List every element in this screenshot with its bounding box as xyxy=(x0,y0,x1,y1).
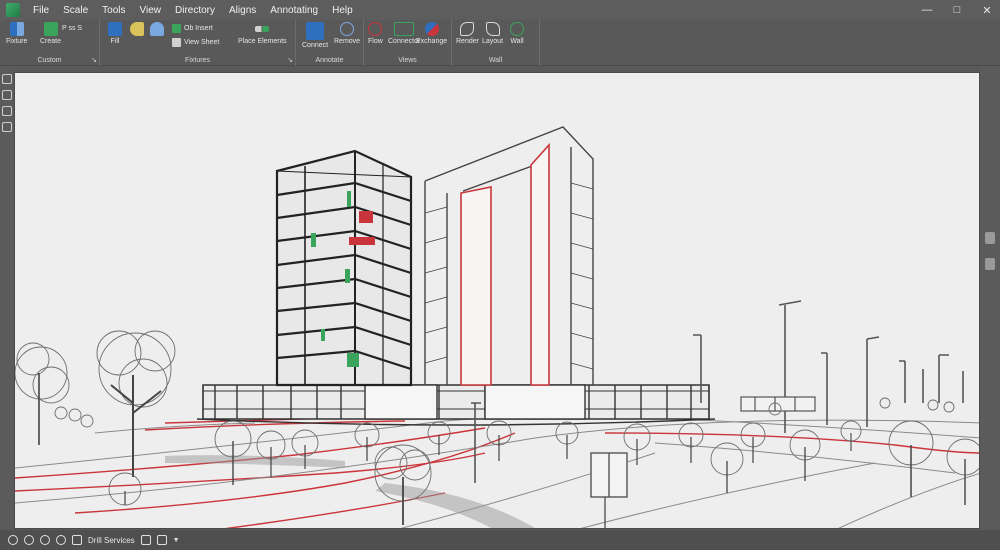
menu-view[interactable]: View xyxy=(133,5,169,16)
fixture-icon xyxy=(9,22,24,36)
close-icon[interactable]: ✕ xyxy=(980,4,994,17)
minimize-icon[interactable]: — xyxy=(920,4,934,16)
menu-tools[interactable]: Tools xyxy=(95,5,132,16)
chevron-down-icon[interactable]: ▼ xyxy=(173,537,180,544)
link-tool-icon[interactable] xyxy=(2,106,12,116)
brush-button[interactable] xyxy=(130,22,144,36)
sheet-icon xyxy=(172,38,181,47)
ribbon-group-annotate: Connect Remove Annotate xyxy=(296,20,364,66)
menu-bar: File Scale Tools View Directory Aligns A… xyxy=(0,0,1000,20)
plaza-ring xyxy=(196,384,716,426)
tower-left xyxy=(275,149,413,387)
menu-scale[interactable]: Scale xyxy=(56,5,95,16)
place-elements-icon xyxy=(255,26,270,32)
ribbon-toolbar: Fixture Create P ss S Custom ↘ Fill Ob I… xyxy=(0,20,1000,66)
connector-icon xyxy=(394,22,415,36)
link-tool-icon[interactable] xyxy=(2,74,12,84)
ribbon-group-label: Fixtures xyxy=(185,57,210,64)
view-sheet-row[interactable]: View Sheet xyxy=(172,38,219,47)
grid-icon[interactable] xyxy=(40,535,50,545)
shape-button[interactable] xyxy=(150,22,164,36)
ribbon-group-label: Custom xyxy=(37,57,62,64)
render-icon xyxy=(460,22,475,36)
ribbon-group-fixtures: Fill Ob Insert View Sheet Place Elements… xyxy=(100,20,296,66)
window-controls: — □ ✕ xyxy=(920,0,994,20)
link-tool-icon[interactable] xyxy=(2,90,12,100)
connect-icon xyxy=(306,22,325,40)
wall-icon xyxy=(510,22,524,36)
architectural-drawing xyxy=(15,126,979,528)
workspace-icon[interactable] xyxy=(156,535,167,545)
link-tool-icon[interactable] xyxy=(2,122,12,132)
ribbon-group-label: Views xyxy=(398,57,417,64)
menu-annotating[interactable]: Annotating xyxy=(263,5,325,16)
layout-icon[interactable] xyxy=(72,535,82,545)
connect-button[interactable]: Connect xyxy=(302,22,328,49)
fill-button[interactable]: Fill xyxy=(108,22,122,45)
flow-button[interactable]: Flow xyxy=(368,22,383,45)
shape-icon xyxy=(150,22,164,36)
remove-icon xyxy=(340,22,355,36)
scrollbar-thumb[interactable] xyxy=(985,258,995,270)
brush-icon xyxy=(130,22,144,36)
render-button[interactable]: Render xyxy=(456,22,479,45)
maximize-icon[interactable]: □ xyxy=(950,4,964,16)
ribbon-group-wall: Render Layout Wall Wall xyxy=(452,20,540,66)
app-logo-icon[interactable] xyxy=(6,3,20,17)
wall-button[interactable]: Wall xyxy=(510,22,524,45)
snap-icon[interactable] xyxy=(8,535,18,545)
drawing-viewport[interactable] xyxy=(14,72,980,529)
status-text[interactable]: Drill Services xyxy=(88,536,135,545)
tower-right-red-fins xyxy=(460,142,550,386)
left-toolstrip xyxy=(0,66,14,530)
scrollbar-thumb[interactable] xyxy=(985,232,995,244)
remove-button[interactable]: Remove xyxy=(334,22,360,45)
cad-application-window: File Scale Tools View Directory Aligns A… xyxy=(0,0,1000,550)
ribbon-group-label: Annotate xyxy=(315,57,344,64)
vertical-scrollbar[interactable] xyxy=(980,66,1000,530)
ribbon-group-custom: Fixture Create P ss S Custom ↘ xyxy=(0,20,100,66)
menu-file[interactable]: File xyxy=(26,5,56,16)
status-bar: Drill Services ▼ xyxy=(0,530,1000,550)
group1-extra[interactable]: P ss S xyxy=(62,25,82,32)
insert-row[interactable]: Ob Insert xyxy=(172,24,213,33)
exchange-button[interactable]: Exchange xyxy=(416,22,447,45)
insert-icon xyxy=(172,24,181,33)
tower-right xyxy=(424,126,594,385)
menu-directory[interactable]: Directory xyxy=(168,5,222,16)
flow-icon xyxy=(368,22,383,36)
viewport-icon[interactable] xyxy=(140,535,151,545)
layout-icon xyxy=(485,22,500,36)
fill-icon xyxy=(108,22,122,36)
hedge xyxy=(375,483,535,528)
menu-help[interactable]: Help xyxy=(325,5,360,16)
group-launcher-icon[interactable]: ↘ xyxy=(91,56,97,64)
create-icon xyxy=(43,22,58,36)
menu-aligns[interactable]: Aligns xyxy=(222,5,263,16)
fixture-button[interactable]: Fixture xyxy=(6,22,27,45)
layout-button[interactable]: Layout xyxy=(482,22,503,45)
hedge xyxy=(165,455,345,468)
exchange-icon xyxy=(424,22,439,36)
ribbon-group-label: Wall xyxy=(488,57,503,64)
place-elements-button[interactable]: Place Elements xyxy=(238,22,287,45)
create-button[interactable]: Create xyxy=(40,22,61,45)
ribbon-group-views: Flow Connector Exchange Views xyxy=(364,20,452,66)
ortho-icon[interactable] xyxy=(24,535,34,545)
group-launcher-icon[interactable]: ↘ xyxy=(287,56,293,64)
object-snap-icon[interactable] xyxy=(56,535,66,545)
